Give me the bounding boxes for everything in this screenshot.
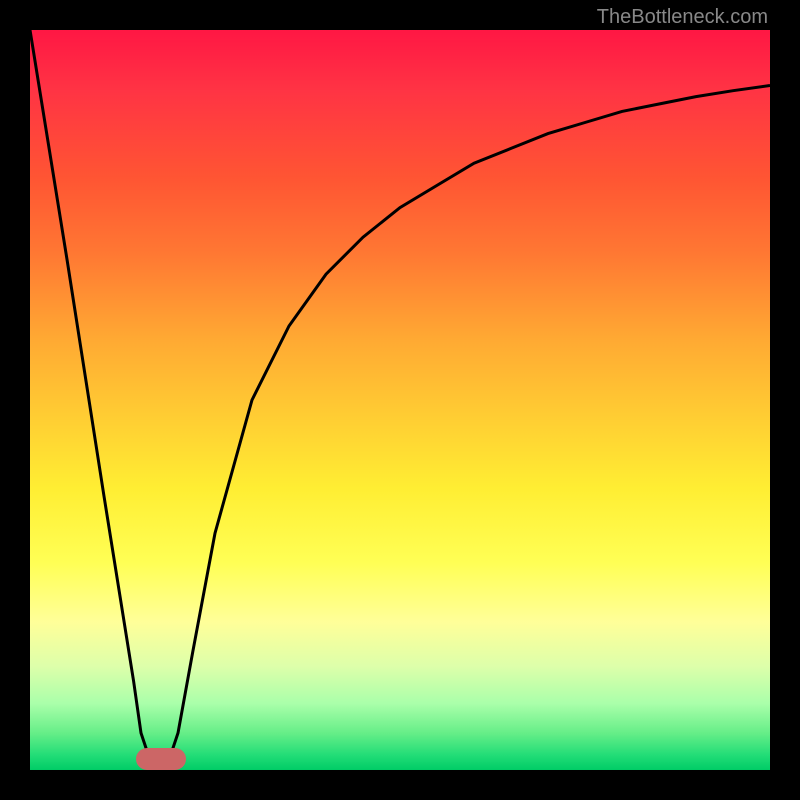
bottleneck-curve — [30, 30, 770, 770]
optimal-point-marker — [136, 748, 186, 770]
chart-plot-area — [30, 30, 770, 770]
watermark-text: TheBottleneck.com — [597, 6, 768, 29]
